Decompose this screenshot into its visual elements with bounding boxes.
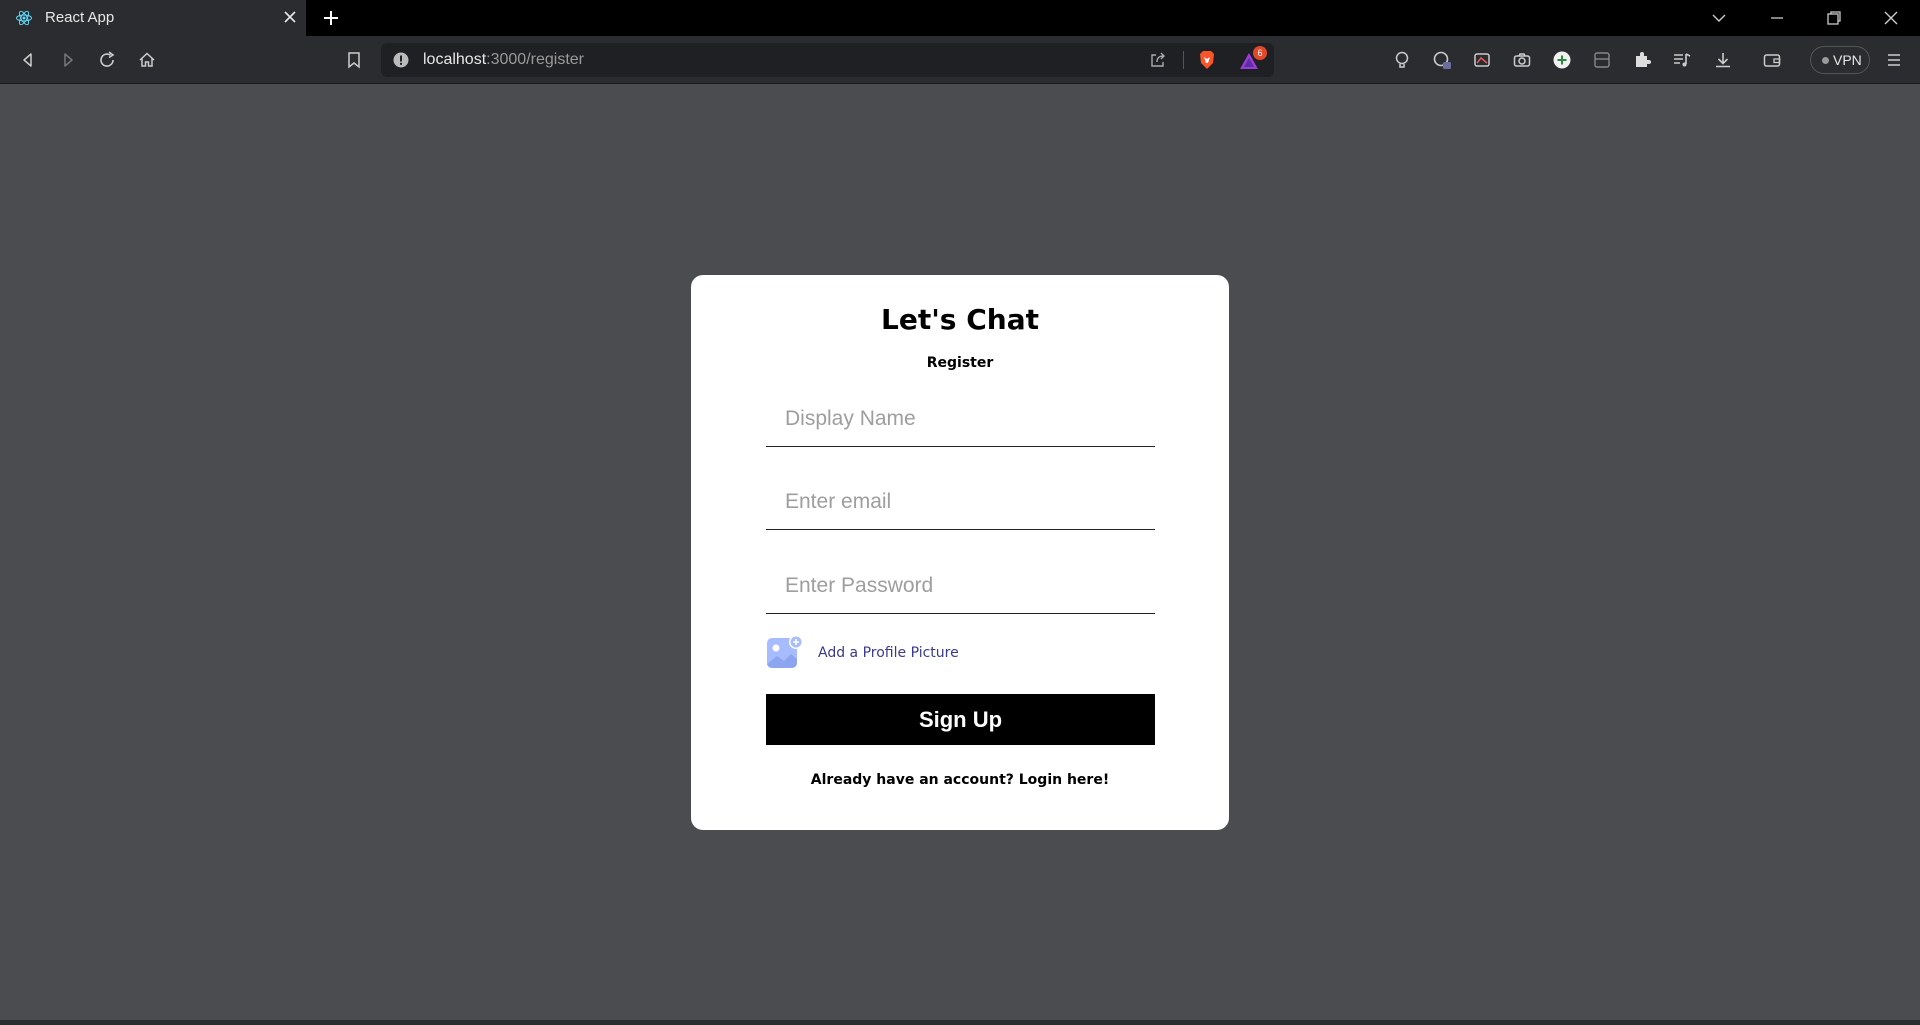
screenshot-extension-icon[interactable]	[1512, 50, 1532, 70]
tab-title: React App	[45, 9, 115, 26]
url-text[interactable]: localhost:3000/register	[423, 51, 584, 69]
rewards-badge: 6	[1253, 46, 1267, 60]
reload-icon[interactable]	[97, 50, 117, 70]
forward-icon[interactable]	[58, 50, 78, 70]
email-input[interactable]	[766, 474, 1155, 530]
menu-icon[interactable]	[1884, 50, 1904, 70]
close-tab-icon[interactable]	[282, 9, 298, 25]
browser-toolbar: localhost:3000/register 6 VPN	[0, 36, 1920, 84]
display-name-input[interactable]	[766, 391, 1155, 447]
register-card: Let's Chat Register Add a Profile Pictur…	[691, 275, 1229, 830]
home-icon[interactable]	[137, 50, 157, 70]
share-icon[interactable]	[1149, 51, 1167, 69]
restore-icon[interactable]	[1825, 9, 1843, 27]
downloads-icon[interactable]	[1713, 50, 1733, 70]
add-avatar-button[interactable]: Add a Profile Picture	[766, 633, 1155, 673]
sign-up-button[interactable]: Sign Up	[766, 694, 1155, 745]
lightbulb-extension-icon[interactable]	[1392, 50, 1412, 70]
vpn-label: VPN	[1833, 52, 1862, 68]
react-logo-icon	[16, 10, 32, 26]
close-window-icon[interactable]	[1882, 9, 1900, 27]
add-extension-icon[interactable]	[1552, 50, 1572, 70]
cover-extension-icon[interactable]	[1472, 50, 1492, 70]
browser-tab[interactable]: React App	[0, 0, 306, 36]
tab-search-chevron-icon[interactable]	[1710, 9, 1728, 27]
password-input[interactable]	[766, 558, 1155, 614]
new-tab-icon[interactable]	[321, 8, 341, 28]
site-info-icon[interactable]	[393, 52, 409, 68]
vpn-button[interactable]: VPN	[1810, 46, 1870, 74]
wallet-icon[interactable]	[1762, 50, 1782, 70]
bookmark-icon[interactable]	[344, 50, 364, 70]
browser-tab-strip: React App	[0, 0, 1920, 36]
extensions-puzzle-icon[interactable]	[1632, 50, 1652, 70]
media-playlist-icon[interactable]	[1672, 50, 1692, 70]
window-bottom-edge	[0, 1020, 1920, 1025]
back-icon[interactable]	[18, 50, 38, 70]
reading-extension-icon[interactable]	[1592, 50, 1612, 70]
form-title: Register	[926, 355, 994, 371]
chromecast-extension-icon[interactable]	[1432, 50, 1452, 70]
minimize-icon[interactable]	[1768, 9, 1786, 27]
add-image-icon	[767, 635, 803, 668]
app-logo: Let's Chat	[881, 303, 1039, 336]
brave-shields-icon[interactable]	[1197, 49, 1217, 71]
login-link[interactable]: Already have an account? Login here!	[691, 772, 1229, 788]
add-avatar-label: Add a Profile Picture	[818, 645, 959, 661]
address-bar-divider	[1183, 51, 1184, 69]
address-bar[interactable]: localhost:3000/register 6	[381, 43, 1274, 77]
vpn-status-dot	[1822, 57, 1829, 64]
